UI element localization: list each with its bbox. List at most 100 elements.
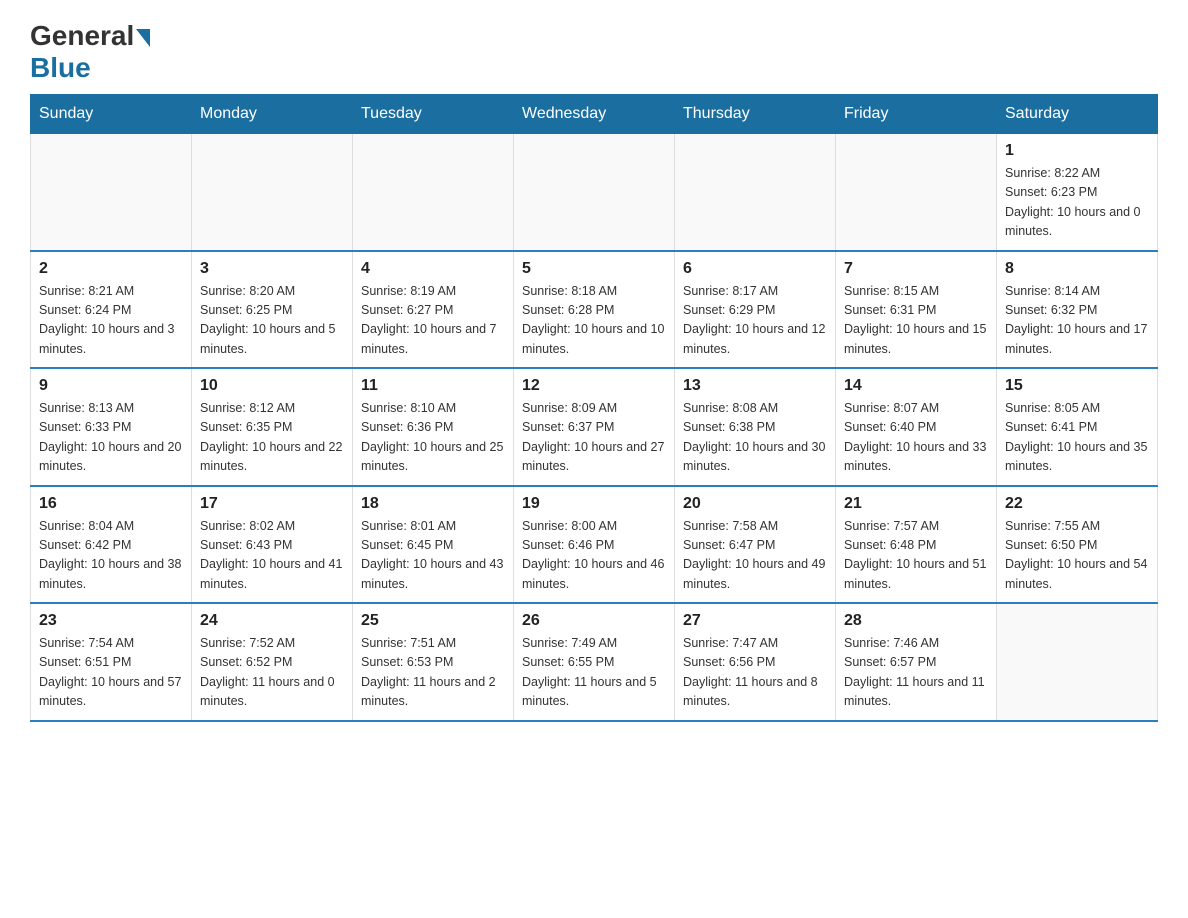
day-info: Sunrise: 8:10 AMSunset: 6:36 PMDaylight:… <box>361 399 505 477</box>
day-number: 24 <box>200 612 344 630</box>
day-number: 9 <box>39 377 183 395</box>
day-info: Sunrise: 7:51 AMSunset: 6:53 PMDaylight:… <box>361 634 505 712</box>
day-number: 17 <box>200 495 344 513</box>
calendar-cell: 20 Sunrise: 7:58 AMSunset: 6:47 PMDayligh… <box>675 486 836 604</box>
calendar-cell: 19 Sunrise: 8:00 AMSunset: 6:46 PMDayligh… <box>514 486 675 604</box>
day-info: Sunrise: 8:08 AMSunset: 6:38 PMDaylight:… <box>683 399 827 477</box>
calendar-week-row: 9 Sunrise: 8:13 AMSunset: 6:33 PMDaylight… <box>31 368 1158 486</box>
day-info: Sunrise: 8:19 AMSunset: 6:27 PMDaylight:… <box>361 282 505 360</box>
weekday-header-friday: Friday <box>836 95 997 134</box>
calendar-cell: 27 Sunrise: 7:47 AMSunset: 6:56 PMDayligh… <box>675 603 836 721</box>
logo-arrow-icon <box>136 29 150 47</box>
day-info: Sunrise: 8:22 AMSunset: 6:23 PMDaylight:… <box>1005 164 1149 242</box>
calendar-cell: 10 Sunrise: 8:12 AMSunset: 6:35 PMDayligh… <box>192 368 353 486</box>
weekday-header-wednesday: Wednesday <box>514 95 675 134</box>
day-number: 22 <box>1005 495 1149 513</box>
day-info: Sunrise: 8:13 AMSunset: 6:33 PMDaylight:… <box>39 399 183 477</box>
day-info: Sunrise: 8:14 AMSunset: 6:32 PMDaylight:… <box>1005 282 1149 360</box>
weekday-header-thursday: Thursday <box>675 95 836 134</box>
day-info: Sunrise: 8:17 AMSunset: 6:29 PMDaylight:… <box>683 282 827 360</box>
calendar-cell <box>514 134 675 251</box>
day-info: Sunrise: 7:58 AMSunset: 6:47 PMDaylight:… <box>683 517 827 595</box>
day-number: 8 <box>1005 260 1149 278</box>
day-info: Sunrise: 8:01 AMSunset: 6:45 PMDaylight:… <box>361 517 505 595</box>
logo-blue-text: Blue <box>30 52 91 84</box>
day-number: 6 <box>683 260 827 278</box>
day-number: 20 <box>683 495 827 513</box>
day-number: 19 <box>522 495 666 513</box>
calendar-table: SundayMondayTuesdayWednesdayThursdayFrid… <box>30 94 1158 722</box>
day-number: 18 <box>361 495 505 513</box>
day-number: 7 <box>844 260 988 278</box>
calendar-cell <box>353 134 514 251</box>
day-info: Sunrise: 8:21 AMSunset: 6:24 PMDaylight:… <box>39 282 183 360</box>
day-number: 4 <box>361 260 505 278</box>
day-number: 3 <box>200 260 344 278</box>
day-info: Sunrise: 8:02 AMSunset: 6:43 PMDaylight:… <box>200 517 344 595</box>
calendar-cell: 21 Sunrise: 7:57 AMSunset: 6:48 PMDayligh… <box>836 486 997 604</box>
calendar-cell <box>192 134 353 251</box>
day-info: Sunrise: 8:12 AMSunset: 6:35 PMDaylight:… <box>200 399 344 477</box>
day-info: Sunrise: 8:00 AMSunset: 6:46 PMDaylight:… <box>522 517 666 595</box>
calendar-cell: 26 Sunrise: 7:49 AMSunset: 6:55 PMDayligh… <box>514 603 675 721</box>
calendar-cell: 24 Sunrise: 7:52 AMSunset: 6:52 PMDayligh… <box>192 603 353 721</box>
day-number: 27 <box>683 612 827 630</box>
weekday-header-saturday: Saturday <box>997 95 1158 134</box>
day-number: 28 <box>844 612 988 630</box>
day-info: Sunrise: 7:52 AMSunset: 6:52 PMDaylight:… <box>200 634 344 712</box>
calendar-week-row: 2 Sunrise: 8:21 AMSunset: 6:24 PMDaylight… <box>31 251 1158 369</box>
day-number: 2 <box>39 260 183 278</box>
weekday-header-sunday: Sunday <box>31 95 192 134</box>
calendar-cell: 11Sunrise: 8:10 AMSunset: 6:36 PMDayligh… <box>353 368 514 486</box>
calendar-cell: 14 Sunrise: 8:07 AMSunset: 6:40 PMDayligh… <box>836 368 997 486</box>
calendar-cell: 3 Sunrise: 8:20 AMSunset: 6:25 PMDaylight… <box>192 251 353 369</box>
day-number: 1 <box>1005 142 1149 160</box>
day-info: Sunrise: 8:15 AMSunset: 6:31 PMDaylight:… <box>844 282 988 360</box>
calendar-cell <box>31 134 192 251</box>
day-number: 10 <box>200 377 344 395</box>
day-info: Sunrise: 8:07 AMSunset: 6:40 PMDaylight:… <box>844 399 988 477</box>
day-number: 26 <box>522 612 666 630</box>
calendar-cell: 4 Sunrise: 8:19 AMSunset: 6:27 PMDaylight… <box>353 251 514 369</box>
weekday-header-tuesday: Tuesday <box>353 95 514 134</box>
day-number: 12 <box>522 377 666 395</box>
day-number: 25 <box>361 612 505 630</box>
calendar-cell: 8 Sunrise: 8:14 AMSunset: 6:32 PMDaylight… <box>997 251 1158 369</box>
day-number: 5 <box>522 260 666 278</box>
day-number: 23 <box>39 612 183 630</box>
calendar-cell: 17 Sunrise: 8:02 AMSunset: 6:43 PMDayligh… <box>192 486 353 604</box>
day-info: Sunrise: 7:54 AMSunset: 6:51 PMDaylight:… <box>39 634 183 712</box>
calendar-cell: 18 Sunrise: 8:01 AMSunset: 6:45 PMDayligh… <box>353 486 514 604</box>
day-info: Sunrise: 7:55 AMSunset: 6:50 PMDaylight:… <box>1005 517 1149 595</box>
weekday-header-row: SundayMondayTuesdayWednesdayThursdayFrid… <box>31 95 1158 134</box>
calendar-cell: 2 Sunrise: 8:21 AMSunset: 6:24 PMDaylight… <box>31 251 192 369</box>
day-info: Sunrise: 8:20 AMSunset: 6:25 PMDaylight:… <box>200 282 344 360</box>
calendar-cell: 1 Sunrise: 8:22 AMSunset: 6:23 PMDaylight… <box>997 134 1158 251</box>
calendar-cell: 25 Sunrise: 7:51 AMSunset: 6:53 PMDayligh… <box>353 603 514 721</box>
calendar-cell: 15 Sunrise: 8:05 AMSunset: 6:41 PMDayligh… <box>997 368 1158 486</box>
day-number: 21 <box>844 495 988 513</box>
day-number: 15 <box>1005 377 1149 395</box>
day-number: 16 <box>39 495 183 513</box>
calendar-cell: 12 Sunrise: 8:09 AMSunset: 6:37 PMDayligh… <box>514 368 675 486</box>
calendar-week-row: 1 Sunrise: 8:22 AMSunset: 6:23 PMDaylight… <box>31 134 1158 251</box>
calendar-cell <box>997 603 1158 721</box>
day-info: Sunrise: 8:09 AMSunset: 6:37 PMDaylight:… <box>522 399 666 477</box>
day-info: Sunrise: 8:04 AMSunset: 6:42 PMDaylight:… <box>39 517 183 595</box>
calendar-week-row: 23 Sunrise: 7:54 AMSunset: 6:51 PMDayligh… <box>31 603 1158 721</box>
calendar-cell <box>675 134 836 251</box>
calendar-cell: 7 Sunrise: 8:15 AMSunset: 6:31 PMDaylight… <box>836 251 997 369</box>
weekday-header-monday: Monday <box>192 95 353 134</box>
page-header: General Blue <box>30 20 1158 84</box>
calendar-cell <box>836 134 997 251</box>
day-info: Sunrise: 8:05 AMSunset: 6:41 PMDaylight:… <box>1005 399 1149 477</box>
calendar-week-row: 16 Sunrise: 8:04 AMSunset: 6:42 PMDayligh… <box>31 486 1158 604</box>
logo: General Blue <box>30 20 150 84</box>
day-info: Sunrise: 8:18 AMSunset: 6:28 PMDaylight:… <box>522 282 666 360</box>
day-info: Sunrise: 7:47 AMSunset: 6:56 PMDaylight:… <box>683 634 827 712</box>
day-info: Sunrise: 7:57 AMSunset: 6:48 PMDaylight:… <box>844 517 988 595</box>
calendar-cell: 5 Sunrise: 8:18 AMSunset: 6:28 PMDaylight… <box>514 251 675 369</box>
day-number: 14 <box>844 377 988 395</box>
day-info: Sunrise: 7:49 AMSunset: 6:55 PMDaylight:… <box>522 634 666 712</box>
logo-general-text: General <box>30 20 134 52</box>
